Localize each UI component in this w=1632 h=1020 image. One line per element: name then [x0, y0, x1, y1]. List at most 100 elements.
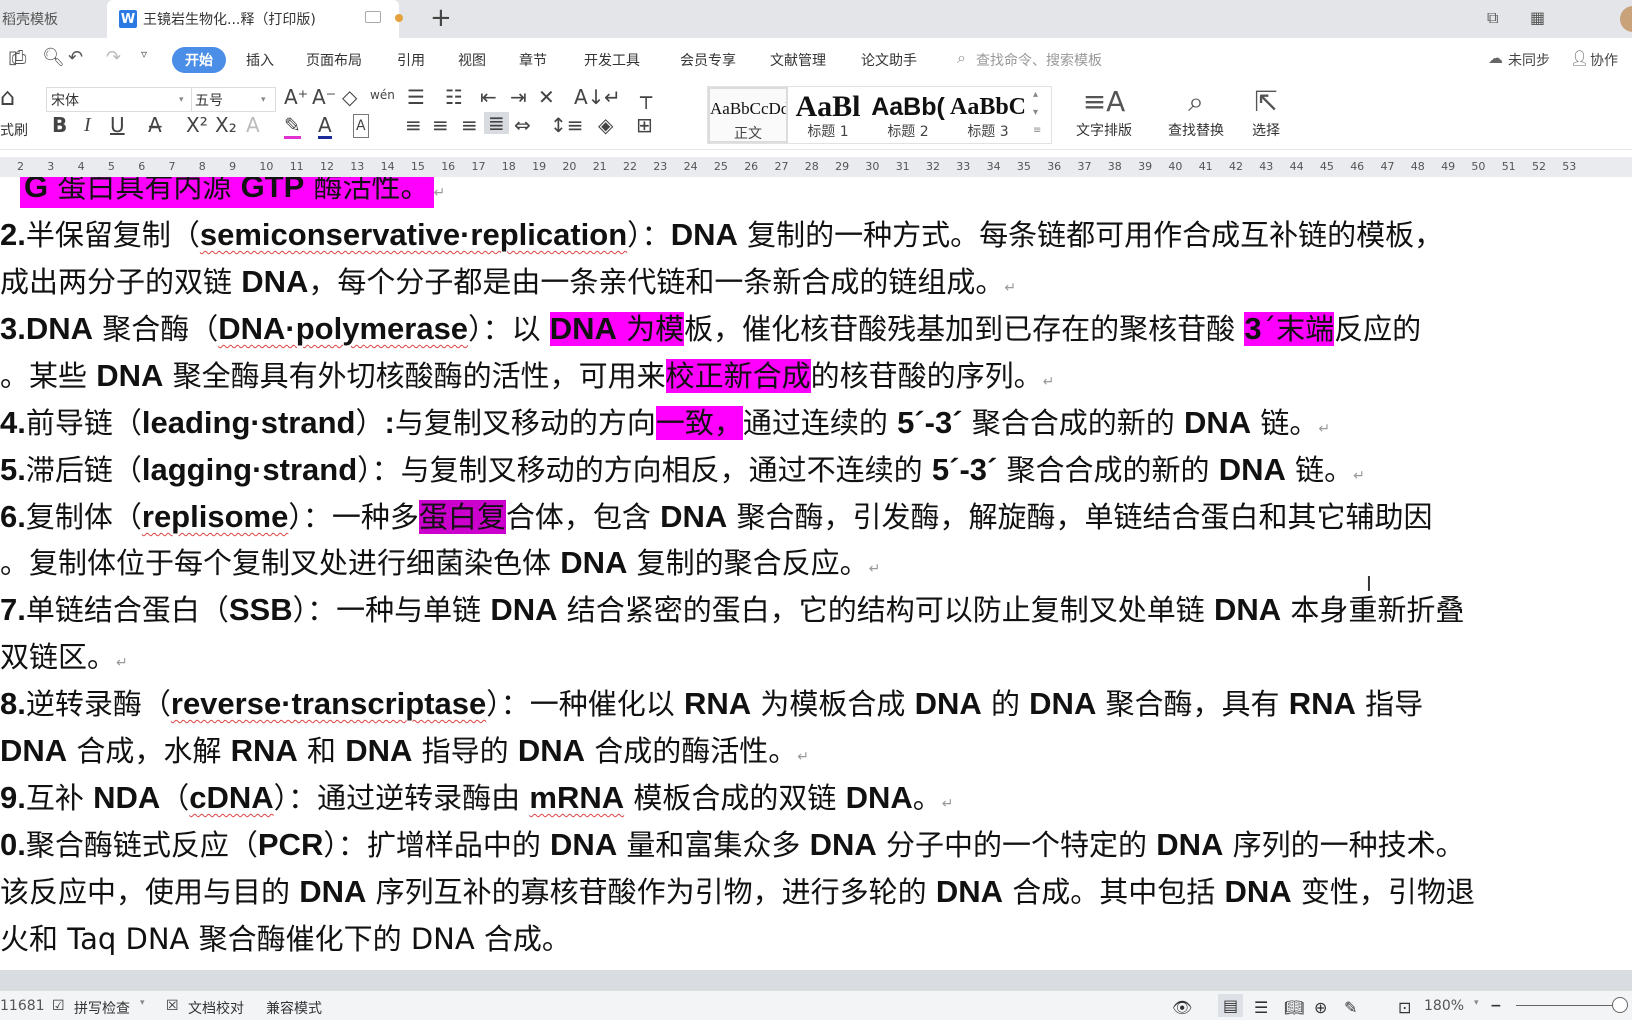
highlight-span: 蛋白复: [418, 500, 506, 534]
font-name-select[interactable]: 宋体 ▾ 五号 ▾: [46, 87, 276, 112]
bold-icon[interactable]: B: [52, 114, 67, 136]
spell-check-button[interactable]: 拼写检查: [74, 998, 130, 1018]
redo-icon[interactable]: ↷: [106, 47, 121, 68]
tab-label: 王镜岩生物化...释（打印版): [143, 12, 316, 28]
style-heading-1[interactable]: AaBl 标题 1: [788, 87, 868, 143]
distributed-align-icon[interactable]: ⇔: [514, 114, 531, 136]
decrease-indent-icon[interactable]: ⇤: [480, 86, 497, 108]
strikethrough-icon[interactable]: A̶: [148, 114, 162, 136]
command-search-input[interactable]: 查找命令、搜索模板: [976, 50, 1102, 70]
menu-tab-home[interactable]: 开始: [172, 47, 226, 73]
doc-line: DNA 合成，水解 RNA 和 DNA 指导的 DNA 合成的酶活性。↵: [0, 733, 809, 768]
italic-icon[interactable]: I: [84, 114, 91, 136]
zoom-slider-handle[interactable]: [1612, 997, 1628, 1013]
eye-protection-icon[interactable]: 👁︎: [1172, 998, 1192, 1017]
font-color-icon[interactable]: A: [318, 114, 332, 139]
tab-docer-templates[interactable]: 稻壳模板: [0, 0, 105, 38]
gallery-scroll-up-icon[interactable]: ▴: [1033, 89, 1038, 100]
underline-icon[interactable]: U: [110, 114, 125, 136]
tab-active-document[interactable]: W 王镜岩生物化...释（打印版): [107, 0, 403, 38]
gallery-expand-icon[interactable]: ≡: [1033, 125, 1041, 136]
menu-tab-chapter[interactable]: 章节: [519, 50, 547, 70]
shading-icon[interactable]: ◈: [598, 114, 613, 136]
new-tab-button[interactable]: +: [430, 4, 452, 32]
increase-font-size-icon[interactable]: A⁺: [284, 86, 308, 108]
superscript-icon[interactable]: X²: [186, 114, 208, 136]
word-count[interactable]: 11681: [0, 998, 45, 1014]
character-border-icon[interactable]: A: [353, 114, 369, 138]
undo-icon[interactable]: ↶: [68, 47, 83, 68]
page-view-button-icon[interactable]: ▤: [1218, 994, 1244, 1017]
zoom-slider-track[interactable]: [1516, 1005, 1616, 1006]
apps-grid-icon[interactable]: ▦: [1530, 8, 1545, 27]
menu-tab-membership[interactable]: 会员专享: [680, 50, 736, 70]
justify-icon[interactable]: ≣: [484, 112, 509, 134]
decrease-font-size-icon[interactable]: A⁻: [312, 86, 336, 108]
print-preview-icon[interactable]: 🔍︎: [42, 47, 65, 68]
align-center-icon[interactable]: ≡: [432, 114, 449, 136]
document-page[interactable]: G 蛋白具有内源 GTP 酶活性。 ↵ 2.半保留复制（semiconservat…: [0, 177, 1632, 970]
menu-tab-insert[interactable]: 插入: [246, 50, 274, 70]
style-heading-3[interactable]: AaBbC 标题 3: [948, 87, 1028, 143]
subscript-icon[interactable]: X₂: [215, 114, 237, 136]
write-view-icon[interactable]: ✎: [1344, 998, 1357, 1017]
pinyin-guide-icon[interactable]: wén: [370, 84, 395, 106]
page-view-icon[interactable]: ⧉: [1487, 8, 1498, 28]
align-left-icon[interactable]: ≡: [405, 114, 422, 136]
bullet-list-icon[interactable]: ☰: [407, 86, 425, 108]
reading-view-icon[interactable]: 📖︎: [1284, 998, 1304, 1017]
menu-tab-page-layout[interactable]: 页面布局: [306, 50, 362, 70]
style-normal[interactable]: AaBbCcDd 正文: [708, 87, 788, 143]
highlight-span: 校正新合成: [665, 359, 811, 393]
clear-formatting-icon[interactable]: ◇: [342, 86, 357, 108]
doc-proof-button[interactable]: 文档校对: [188, 998, 244, 1018]
web-view-icon[interactable]: ⊕: [1314, 998, 1327, 1017]
text-layout-button[interactable]: ≡A 文字排版: [1068, 84, 1140, 140]
zoom-level-select[interactable]: 180%: [1424, 998, 1464, 1014]
borders-icon[interactable]: ⊞: [636, 114, 653, 136]
menu-tab-developer[interactable]: 开发工具: [584, 50, 640, 70]
unsaved-dot-icon: [395, 14, 403, 22]
find-replace-button[interactable]: ⌕ 查找替换: [1160, 84, 1232, 140]
ruler-tick-label: 39: [1138, 160, 1153, 173]
tab-label: 稻壳模板: [2, 12, 58, 28]
menu-tab-references-manager[interactable]: 文献管理: [770, 50, 826, 70]
monitor-icon[interactable]: [365, 11, 381, 23]
align-right-icon[interactable]: ≡: [461, 114, 478, 136]
increase-indent-icon[interactable]: ⇥: [510, 86, 527, 108]
fit-page-icon[interactable]: ⊡: [1398, 998, 1411, 1017]
select-button[interactable]: ⇱ 选择: [1240, 84, 1292, 140]
highlight-color-icon[interactable]: ✎: [284, 114, 301, 139]
ruler-tick-label: 20: [562, 160, 577, 173]
compat-mode-label: 兼容模式: [266, 1001, 322, 1017]
collaborate-button[interactable]: 协作: [1590, 50, 1618, 70]
format-painter-icon[interactable]: ⌂: [0, 85, 15, 109]
gallery-scroll-down-icon[interactable]: ▾: [1033, 107, 1038, 118]
horizontal-ruler[interactable]: 2 3 4 5 6 7 8 9 10 11 12 13 14 15 16 17 18 19 20 21 22 23 24 25…: [0, 157, 1632, 177]
sort-icon[interactable]: A↓: [574, 86, 604, 108]
zoom-out-button[interactable]: −: [1490, 998, 1502, 1014]
print-icon[interactable]: ⎙: [12, 47, 26, 68]
menu-tab-paper-assistant[interactable]: 论文助手: [861, 50, 917, 70]
ruler-tick-label: 42: [1229, 160, 1243, 173]
numbered-list-icon[interactable]: ☷: [445, 86, 463, 108]
chevron-down-icon[interactable]: ▾: [140, 998, 145, 1008]
chinese-layout-icon[interactable]: ✕: [538, 86, 555, 108]
text-effect-icon[interactable]: A: [246, 114, 260, 136]
style-heading-2[interactable]: AaBb( 标题 2: [868, 87, 948, 143]
horizontal-scrollbar[interactable]: [0, 970, 1632, 990]
ruler-tick-label: 38: [1107, 160, 1122, 173]
outline-view-icon[interactable]: ☰: [1254, 998, 1268, 1017]
sync-status-button[interactable]: 未同步: [1508, 50, 1550, 70]
font-size-select[interactable]: 五号: [195, 90, 223, 110]
ruler-toggle-icon[interactable]: ┬: [640, 86, 652, 108]
menu-tab-view[interactable]: 视图: [458, 50, 486, 70]
format-painter-label[interactable]: 式刷: [0, 120, 28, 140]
line-spacing-icon[interactable]: ↕≡: [550, 114, 584, 136]
menu-tab-references[interactable]: 引用: [397, 50, 425, 70]
paragraph-mark-icon[interactable]: ↵: [604, 86, 621, 108]
ruler-tick-label: 5: [107, 160, 115, 173]
quick-access-dropdown-icon[interactable]: ▿: [141, 47, 147, 61]
chevron-down-icon: ▾: [179, 94, 184, 105]
user-avatar[interactable]: [1620, 6, 1632, 32]
